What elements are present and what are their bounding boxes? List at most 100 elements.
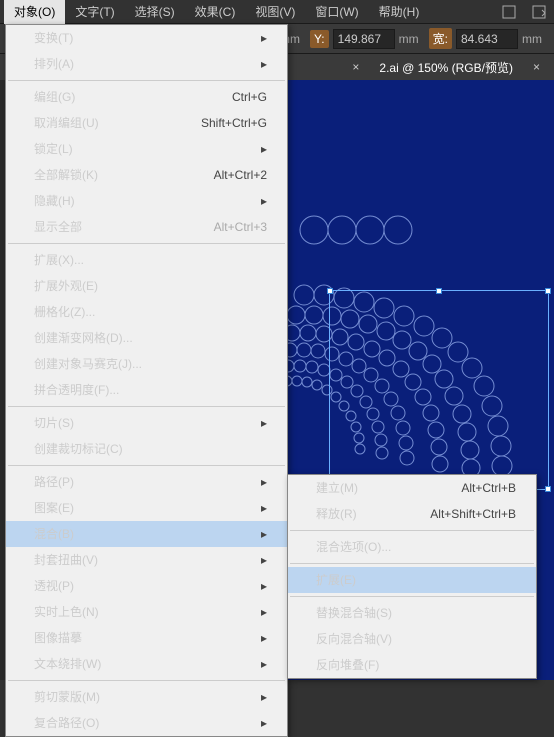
handle-n[interactable] xyxy=(436,288,442,294)
object-menu-item-0[interactable]: 变换(T)▸ xyxy=(6,25,287,51)
menu-item-label: 隐藏(H) xyxy=(34,192,75,210)
object-menu-item-18[interactable]: 创建裁切标记(C) xyxy=(6,436,287,462)
menu-separator xyxy=(290,596,534,597)
object-menu-item-25[interactable]: 实时上色(N)▸ xyxy=(6,599,287,625)
menu-separator xyxy=(8,465,285,466)
workspace-icon[interactable] xyxy=(502,5,516,19)
menu-item-label: 图像描摹 xyxy=(34,629,82,647)
menu-separator xyxy=(290,563,534,564)
menu-type[interactable]: 文字(T) xyxy=(65,0,124,24)
w-unit: mm xyxy=(522,32,542,46)
submenu-arrow-icon: ▸ xyxy=(261,688,267,706)
object-menu-item-20[interactable]: 路径(P)▸ xyxy=(6,469,287,495)
menu-separator xyxy=(290,530,534,531)
menu-item-label: 实时上色(N) xyxy=(34,603,99,621)
object-menu-item-29[interactable]: 剪切蒙版(M) ▸ xyxy=(6,684,287,710)
arrange-icon[interactable] xyxy=(532,5,546,19)
menu-item-label: 替换混合轴(S) xyxy=(316,604,392,622)
handle-nw[interactable] xyxy=(327,288,333,294)
menu-item-label: 拼合透明度(F)... xyxy=(34,381,119,399)
menu-separator xyxy=(8,680,285,681)
submenu-arrow-icon: ▸ xyxy=(261,577,267,595)
menu-item-label: 锁定(L) xyxy=(34,140,73,158)
menu-shortcut: Shift+Ctrl+G xyxy=(201,114,267,132)
blend-submenu-item-5[interactable]: 扩展(E) xyxy=(288,567,536,593)
menu-select[interactable]: 选择(S) xyxy=(125,0,185,24)
menu-shortcut: Alt+Ctrl+B xyxy=(461,479,516,497)
object-menu-item-11: 扩展外观(E) xyxy=(6,273,287,299)
menu-help[interactable]: 帮助(H) xyxy=(369,0,430,24)
menu-item-label: 文本绕排(W) xyxy=(34,655,101,673)
object-menu-item-6[interactable]: 全部解锁(K)Alt+Ctrl+2 xyxy=(6,162,287,188)
menu-object[interactable]: 对象(O) xyxy=(4,0,65,24)
object-menu-item-26[interactable]: 图像描摹 ▸ xyxy=(6,625,287,651)
object-menu-item-13: 创建渐变网格(D)... xyxy=(6,325,287,351)
menu-item-label: 建立(M) xyxy=(316,479,358,497)
submenu-arrow-icon: ▸ xyxy=(261,499,267,517)
menu-item-label: 扩展外观(E) xyxy=(34,277,98,295)
submenu-arrow-icon: ▸ xyxy=(261,655,267,673)
tab-close-prev[interactable]: × xyxy=(346,56,365,78)
menu-separator xyxy=(8,243,285,244)
menu-item-label: 图案(E) xyxy=(34,499,74,517)
object-menu-item-12[interactable]: 栅格化(Z)... xyxy=(6,299,287,325)
selection-bounds xyxy=(329,290,549,490)
menu-item-label: 切片(S) xyxy=(34,414,74,432)
submenu-arrow-icon: ▸ xyxy=(261,629,267,647)
blend-submenu: 建立(M) Alt+Ctrl+B 释放(R)Alt+Shift+Ctrl+B 混合选项… xyxy=(287,474,537,679)
blend-submenu-item-3[interactable]: 混合选项(O)... xyxy=(288,534,536,560)
object-menu-item-8: 显示全部 Alt+Ctrl+3 xyxy=(6,214,287,240)
submenu-arrow-icon: ▸ xyxy=(261,29,267,47)
object-menu-item-4[interactable]: 取消编组(U)Shift+Ctrl+G xyxy=(6,110,287,136)
object-menu-item-10[interactable]: 扩展(X)... xyxy=(6,247,287,273)
blend-submenu-item-9[interactable]: 反向堆叠(F) xyxy=(288,652,536,678)
menu-shortcut: Alt+Ctrl+3 xyxy=(214,218,267,236)
object-menu-item-7[interactable]: 隐藏(H) ▸ xyxy=(6,188,287,214)
object-menu-item-5[interactable]: 锁定(L)▸ xyxy=(6,136,287,162)
y-input[interactable] xyxy=(333,29,395,49)
menu-item-label: 剪切蒙版(M) xyxy=(34,688,100,706)
submenu-arrow-icon: ▸ xyxy=(261,525,267,543)
menu-separator xyxy=(8,80,285,81)
menubar: 对象(O) 文字(T) 选择(S) 效果(C) 视图(V) 窗口(W) 帮助(H… xyxy=(0,0,554,24)
menu-separator xyxy=(8,406,285,407)
menu-item-label: 创建裁切标记(C) xyxy=(34,440,123,458)
menu-item-label: 栅格化(Z)... xyxy=(34,303,95,321)
menu-view[interactable]: 视图(V) xyxy=(245,0,305,24)
menu-effect[interactable]: 效果(C) xyxy=(185,0,246,24)
blend-submenu-item-1[interactable]: 释放(R)Alt+Shift+Ctrl+B xyxy=(288,501,536,527)
object-menu-item-23[interactable]: 封套扭曲(V)▸ xyxy=(6,547,287,573)
menu-item-label: 透视(P) xyxy=(34,577,74,595)
object-menu-item-1[interactable]: 排列(A) ▸ xyxy=(6,51,287,77)
submenu-arrow-icon: ▸ xyxy=(261,192,267,210)
object-menu-item-30[interactable]: 复合路径(O)▸ xyxy=(6,710,287,736)
object-menu-item-21[interactable]: 图案(E) ▸ xyxy=(6,495,287,521)
blend-submenu-item-7: 替换混合轴(S) xyxy=(288,600,536,626)
menu-item-label: 混合(B) xyxy=(34,525,74,543)
menu-item-label: 编组(G) xyxy=(34,88,75,106)
menu-shortcut: Ctrl+G xyxy=(232,88,267,106)
tab-close[interactable]: × xyxy=(527,56,546,78)
blend-submenu-item-0[interactable]: 建立(M) Alt+Ctrl+B xyxy=(288,475,536,501)
menu-item-label: 排列(A) xyxy=(34,55,74,73)
object-menu-item-27[interactable]: 文本绕排(W) ▸ xyxy=(6,651,287,677)
object-menu-item-15[interactable]: 拼合透明度(F)... xyxy=(6,377,287,403)
submenu-arrow-icon: ▸ xyxy=(261,414,267,432)
menu-item-label: 扩展(X)... xyxy=(34,251,84,269)
submenu-arrow-icon: ▸ xyxy=(261,55,267,73)
object-menu-item-3[interactable]: 编组(G) Ctrl+G xyxy=(6,84,287,110)
menu-window[interactable]: 窗口(W) xyxy=(305,0,368,24)
object-menu-item-17[interactable]: 切片(S) ▸ xyxy=(6,410,287,436)
menu-item-label: 混合选项(O)... xyxy=(316,538,391,556)
handle-se[interactable] xyxy=(545,486,551,492)
object-menu-item-24[interactable]: 透视(P) ▸ xyxy=(6,573,287,599)
w-input[interactable] xyxy=(456,29,518,49)
handle-ne[interactable] xyxy=(545,288,551,294)
blend-submenu-item-8[interactable]: 反向混合轴(V) xyxy=(288,626,536,652)
object-menu-item-22[interactable]: 混合(B) ▸ xyxy=(6,521,287,547)
menu-item-label: 封套扭曲(V) xyxy=(34,551,98,569)
y-label: Y: xyxy=(310,30,329,48)
menu-item-label: 显示全部 xyxy=(34,218,82,236)
tab-document[interactable]: 2.ai @ 150% (RGB/预览) xyxy=(373,55,519,80)
menu-item-label: 创建对象马赛克(J)... xyxy=(34,355,142,373)
